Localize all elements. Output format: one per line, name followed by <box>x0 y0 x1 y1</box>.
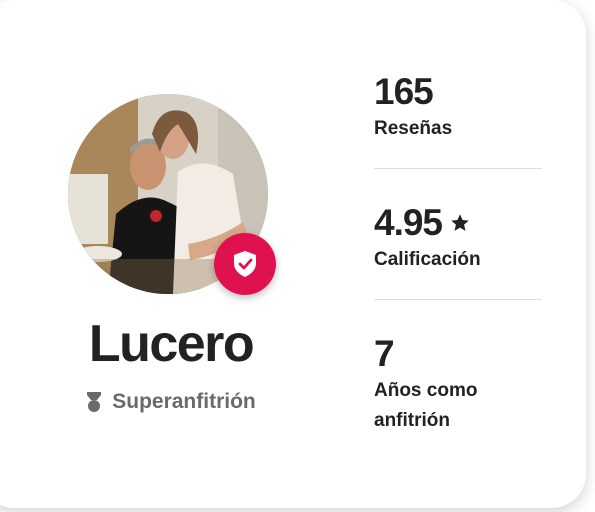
host-stats: 165 Reseñas 4.95 Calificación 7 Años com… <box>374 70 542 436</box>
reviews-count: 165 <box>374 71 434 112</box>
stat-years-hosting[interactable]: 7 Años como anfitrión <box>374 300 542 436</box>
reviews-label: Reseñas <box>374 118 453 139</box>
rating-value-row: 4.95 <box>374 201 542 245</box>
years-value: 7 <box>374 333 395 374</box>
stat-rating[interactable]: 4.95 Calificación <box>374 169 542 299</box>
years-label-line1: Años como <box>374 380 478 401</box>
host-name: Lucero <box>88 315 255 373</box>
avatar-container <box>68 94 276 295</box>
superhost-badge: Superanfitrión <box>60 389 282 415</box>
rating-label: Calificación <box>374 249 481 270</box>
shield-check-icon <box>234 251 256 277</box>
stat-reviews[interactable]: 165 Reseñas <box>374 70 542 168</box>
host-identity: Lucero Superanfitrión <box>60 92 282 432</box>
host-profile-page: Lucero Superanfitrión 165 Reseñas 4.95 C… <box>0 0 595 512</box>
star-icon <box>451 214 469 231</box>
superhost-label: Superanfitrión <box>112 390 256 413</box>
rating-value: 4.95 <box>374 202 443 243</box>
superhost-medal-icon <box>87 392 102 412</box>
years-label-line2: anfitrión <box>374 410 450 431</box>
verified-badge <box>214 233 276 295</box>
